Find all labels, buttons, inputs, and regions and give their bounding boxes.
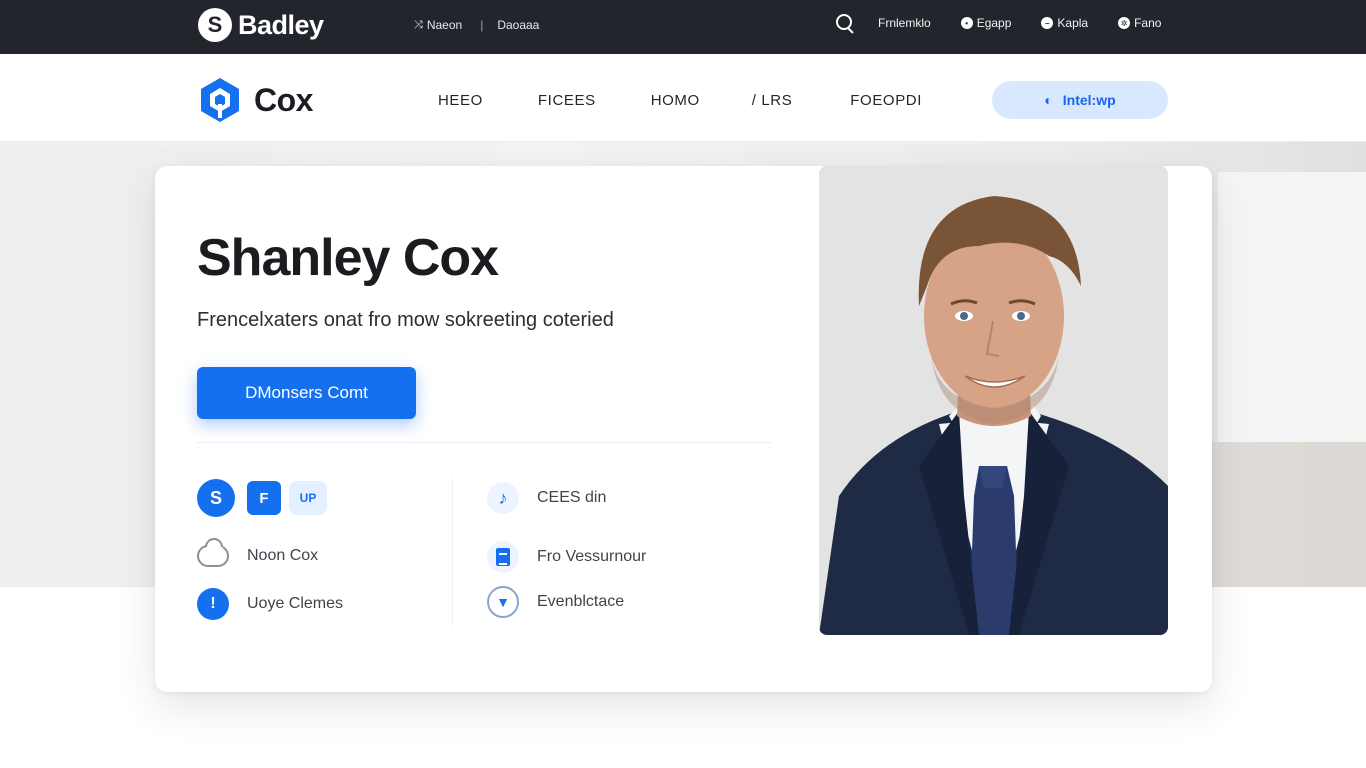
header-cta-button[interactable]: ◐ Intel:wp <box>992 81 1168 119</box>
nav-item-4[interactable]: / LRS <box>752 92 793 109</box>
circle-icon: • <box>960 17 973 29</box>
nav-item-3[interactable]: HOMO <box>651 92 700 109</box>
social-links: S F UP <box>197 479 327 517</box>
profile-tagline: Frencelxaters onat fro mow sokreeting co… <box>197 309 614 331</box>
brand-name: Badley <box>238 9 324 40</box>
shield-icon: ▼ <box>487 586 519 618</box>
top-item-1[interactable]: Frnlemklo <box>878 16 931 30</box>
separator: | <box>480 18 484 32</box>
social-up-icon[interactable]: UP <box>289 481 327 515</box>
background-window <box>1218 172 1366 442</box>
top-item-4[interactable]: ✲ Fano <box>1118 16 1161 30</box>
nav-item-2[interactable]: FICEES <box>538 92 596 109</box>
document-icon <box>487 541 519 573</box>
background-furniture <box>1210 442 1366 587</box>
social-f-icon[interactable]: F <box>247 481 281 515</box>
info-item: Fro Vessurnour <box>487 541 646 573</box>
info-label: Uoye Clemes <box>247 595 344 612</box>
info-item: Noon Cox <box>197 540 318 572</box>
info-label: Noon Cox <box>247 547 319 564</box>
top-item-3-label: Kapla <box>1057 16 1089 30</box>
arrows-icon: ⤨ <box>414 18 423 31</box>
settings-icon: ✲ <box>1118 17 1131 29</box>
info-item: ▼ Evenblctace <box>487 586 624 618</box>
info-item: ! Uoye Clemes <box>197 588 343 620</box>
vertical-divider <box>452 478 453 626</box>
header-cta-label: Intel:wp <box>1062 92 1116 108</box>
info-label: Fro Vessurnour <box>537 548 647 565</box>
info-item: ♪ CEES din <box>487 482 606 514</box>
circle-icon: – <box>1041 17 1054 29</box>
toggle-icon: ◐ <box>1044 92 1053 108</box>
top-links: ⤨ Naeon | Daoaaa <box>414 18 539 32</box>
nav-item-5[interactable]: FOEOPDI <box>850 92 922 109</box>
info-label: CEES din <box>537 489 607 506</box>
profile-photo <box>819 166 1168 635</box>
search-icon[interactable] <box>836 14 854 32</box>
top-item-1-label: Frnlemklo <box>878 16 931 30</box>
profile-card: Shanley Cox Frencelxaters onat fro mow s… <box>155 166 1212 692</box>
social-s-icon[interactable]: S <box>197 479 235 517</box>
top-link-2[interactable]: Daoaaa <box>497 18 539 32</box>
site-logo[interactable]: Cox <box>198 76 313 124</box>
brand[interactable]: S Badley <box>198 8 324 42</box>
nav-item-1[interactable]: HEEO <box>438 92 483 109</box>
profile-name: Shanley Cox <box>197 229 499 287</box>
primary-cta-button[interactable]: DMonsers Comt <box>197 367 416 419</box>
music-note-icon: ♪ <box>487 482 519 514</box>
top-item-3[interactable]: – Kapla <box>1041 16 1088 30</box>
nav-menu: HEEO FICEES HOMO / LRS FOEOPDI <box>438 92 922 109</box>
cloud-icon-wrap <box>197 540 229 572</box>
main-nav: Cox HEEO FICEES HOMO / LRS FOEOPDI ◐ Int… <box>0 54 1366 142</box>
top-item-2[interactable]: • Egapp <box>960 16 1012 30</box>
top-item-4-label: Fano <box>1134 16 1162 30</box>
top-bar: S Badley ⤨ Naeon | Daoaaa Frnlemklo • Eg… <box>0 0 1366 54</box>
divider <box>197 442 771 443</box>
top-link-1[interactable]: Naeon <box>427 18 462 32</box>
logo-name: Cox <box>254 81 313 118</box>
location-pin-icon: ! <box>197 588 229 620</box>
info-label: Evenblctace <box>537 593 625 610</box>
top-item-2-label: Egapp <box>976 16 1012 30</box>
cloud-icon <box>197 545 229 567</box>
brand-logo-icon: S <box>198 8 232 42</box>
top-right-menu: Frnlemklo • Egapp – Kapla ✲ Fano <box>836 14 1191 32</box>
hexagon-logo-icon <box>198 76 242 124</box>
